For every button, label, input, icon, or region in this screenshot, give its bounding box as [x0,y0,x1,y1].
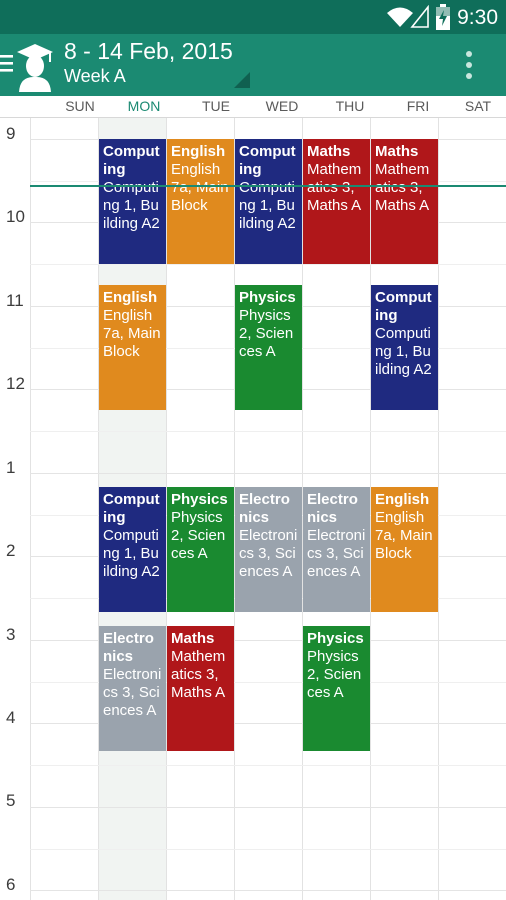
timetable-event-physics[interactable]: Physics Physics 2, Sciences A [235,285,302,410]
hour-label: 10 [6,207,25,226]
hour-label: 6 [6,875,16,894]
event-title: English [375,491,430,508]
timetable-event-english[interactable]: English English 7a, Main Block [99,285,166,410]
event-location: Physics 2, Sciences A [171,509,226,562]
timetable-event-computing[interactable]: Computing Computing 1, Building A2 [371,285,438,410]
hour-label: 5 [6,791,16,810]
dropdown-triangle-icon[interactable] [234,72,250,88]
event-title: Computing [103,491,160,526]
timetable-event-electronics[interactable]: Electronics Electronics 3, Sciences A [235,487,302,612]
timetable-event-english[interactable]: English English 7a, Main Block [371,487,438,612]
event-title: English [171,143,226,160]
timetable-event-computing[interactable]: Computing Computing 1, Building A2 [99,139,166,264]
timetable-event-electronics[interactable]: Electronics Electronics 3, Sciences A [303,487,370,612]
event-location: Mathematics 3, Maths A [375,161,430,214]
event-location: Physics 2, Sciences A [307,648,362,701]
overflow-menu-icon[interactable] [458,48,480,82]
student-logo-icon[interactable] [14,42,56,92]
timetable-event-maths[interactable]: Maths Mathematics 3, Maths A [371,139,438,264]
timetable-event-physics[interactable]: Physics Physics 2, Sciences A [303,626,370,751]
status-time: 9:30 [457,6,498,29]
week-label[interactable]: Week A [64,66,126,87]
event-location: Physics 2, Sciences A [239,307,294,360]
event-title: Computing [239,143,296,178]
hour-label: 3 [6,625,16,644]
day-header-tue[interactable]: TUE [182,98,250,114]
event-location: Mathematics 3, Maths A [171,648,226,701]
event-location: Computing 1, Building A2 [103,179,160,232]
week-date-range[interactable]: 8 - 14 Feb, 2015 [64,38,233,65]
current-time-line [30,185,506,187]
event-title: Computing [375,289,432,324]
event-location: English 7a, Main Block [375,509,433,562]
event-title: Maths [307,143,351,160]
hour-label: 12 [6,374,25,393]
half-hour-line [30,765,506,766]
hour-line [30,890,506,891]
day-header-mon[interactable]: MON [110,98,178,114]
day-header-sun[interactable]: SUN [46,98,114,114]
day-header: SUN MON TUE WED THU FRI SAT [0,96,506,118]
battery-charging-icon [436,4,450,30]
event-location: Electronics 3, Sciences A [239,527,298,580]
event-title: Maths [171,630,215,647]
status-bar: 9:30 [0,0,506,34]
app-root: 9:30 8 - 14 Feb, 2015 Week A SUN MON TUE… [0,0,506,900]
event-location: Electronics 3, Sciences A [103,666,162,719]
event-title: Maths [375,143,419,160]
event-title: Electronics [307,491,358,526]
day-header-wed[interactable]: WED [248,98,316,114]
event-location: Computing 1, Building A2 [103,527,160,580]
menu-icon[interactable] [0,52,14,74]
event-title: Electronics [103,630,154,665]
event-location: Computing 1, Building A2 [375,325,432,378]
day-header-thu[interactable]: THU [316,98,384,114]
column-divider [30,118,31,900]
half-hour-line [30,849,506,850]
day-header-sat[interactable]: SAT [444,98,506,114]
hour-label: 4 [6,708,16,727]
hour-label: 1 [6,458,16,477]
signal-icon [410,5,429,28]
timetable-event-physics[interactable]: Physics Physics 2, Sciences A [167,487,234,612]
event-title: Physics [171,491,228,508]
half-hour-line [30,431,506,432]
event-title: Computing [103,143,160,178]
event-title: Physics [239,289,296,306]
timetable-event-maths[interactable]: Maths Mathematics 3, Maths A [167,626,234,751]
day-header-fri[interactable]: FRI [384,98,452,114]
event-location: Computing 1, Building A2 [239,179,296,232]
hour-line [30,473,506,474]
hour-label: 2 [6,541,16,560]
timetable-event-electronics[interactable]: Electronics Electronics 3, Sciences A [99,626,166,751]
timetable-event-english[interactable]: English English 7a, Main Block [167,139,234,264]
event-location: Mathematics 3, Maths A [307,161,362,214]
hour-label: 11 [6,291,24,310]
toolbar: 8 - 14 Feb, 2015 Week A [0,34,506,96]
event-title: Physics [307,630,364,647]
event-location: English 7a, Main Block [171,161,229,214]
event-title: English [103,289,158,306]
hour-line [30,807,506,808]
event-location: Electronics 3, Sciences A [307,527,366,580]
timetable-event-maths[interactable]: Maths Mathematics 3, Maths A [303,139,370,264]
event-location: English 7a, Main Block [103,307,161,360]
half-hour-line [30,264,506,265]
column-divider [438,118,439,900]
timetable-grid[interactable]: 9 10 11 12 1 2 3 4 5 6 Computing Computin… [0,118,506,900]
timetable-event-computing[interactable]: Computing Computing 1, Building A2 [235,139,302,264]
hour-label: 9 [6,124,16,143]
event-title: Electronics [239,491,290,526]
timetable-event-computing[interactable]: Computing Computing 1, Building A2 [99,487,166,612]
